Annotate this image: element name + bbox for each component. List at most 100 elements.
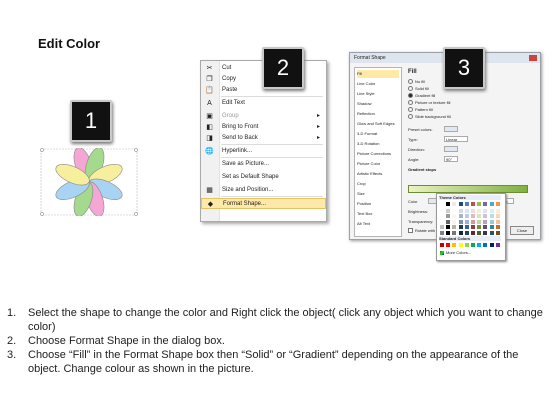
theme-color-swatch[interactable]: [452, 214, 457, 218]
theme-color-swatch[interactable]: [458, 208, 463, 213]
standard-color-swatch[interactable]: [464, 243, 469, 247]
menu-item-edit-text[interactable]: A Edit Text: [201, 98, 326, 109]
standard-color-swatch[interactable]: [458, 243, 463, 247]
theme-color-swatch[interactable]: [477, 230, 482, 235]
category-3-d-format[interactable]: 3-D Format: [357, 130, 399, 138]
more-colors-item[interactable]: More Colors...: [440, 250, 471, 255]
theme-color-swatch[interactable]: [440, 202, 444, 206]
theme-color-swatch[interactable]: [464, 219, 469, 224]
close-icon[interactable]: [529, 55, 537, 61]
fill-option-gradient-fill[interactable]: Gradient fill: [408, 93, 435, 99]
type-dropdown[interactable]: Linear: [444, 136, 468, 142]
theme-color-swatch[interactable]: [477, 219, 482, 224]
theme-color-swatch[interactable]: [446, 225, 451, 229]
category-artistic-effects[interactable]: Artistic Effects: [357, 170, 399, 178]
theme-color-swatch[interactable]: [452, 219, 457, 224]
theme-color-swatch[interactable]: [495, 208, 500, 213]
preset-colors-dropdown[interactable]: [444, 126, 458, 132]
standard-color-swatch[interactable]: [440, 243, 444, 247]
theme-color-swatch[interactable]: [446, 219, 451, 224]
theme-color-swatch[interactable]: [495, 225, 500, 229]
fill-option-slide-background-fill[interactable]: Slide background fill: [408, 114, 451, 120]
theme-color-swatch[interactable]: [458, 214, 463, 218]
handle-tl[interactable]: [40, 148, 44, 152]
theme-color-swatch[interactable]: [477, 225, 482, 229]
menu-item-send-to-back[interactable]: ◨ Send to Back ▸: [201, 133, 326, 144]
theme-color-swatch[interactable]: [464, 225, 469, 229]
theme-color-swatch[interactable]: [477, 208, 482, 213]
menu-item-size-and-position[interactable]: ▦ Size and Position...: [201, 185, 326, 196]
standard-color-swatch[interactable]: [483, 243, 488, 247]
theme-color-swatch[interactable]: [495, 230, 500, 235]
theme-color-swatch[interactable]: [440, 225, 444, 229]
theme-color-swatch[interactable]: [471, 208, 475, 213]
standard-color-swatch[interactable]: [477, 243, 482, 247]
theme-color-swatch[interactable]: [483, 225, 488, 229]
category-line-style[interactable]: Line Style: [357, 90, 399, 98]
category-position[interactable]: Position: [357, 200, 399, 208]
theme-color-swatch[interactable]: [483, 208, 488, 213]
theme-color-swatch[interactable]: [464, 202, 469, 206]
menu-item-group[interactable]: ▣ Group ▸: [201, 111, 326, 122]
handle-br[interactable]: [134, 212, 138, 216]
theme-color-swatch[interactable]: [471, 230, 475, 235]
category-alt-text[interactable]: Alt Text: [357, 220, 399, 228]
category-size[interactable]: Size: [357, 190, 399, 198]
menu-item-set-as-default-shape[interactable]: Set as Default Shape: [201, 172, 326, 183]
standard-color-swatch[interactable]: [452, 243, 457, 247]
category-fill[interactable]: Fill: [357, 70, 399, 78]
theme-color-swatch[interactable]: [495, 202, 500, 206]
theme-color-swatch[interactable]: [489, 202, 494, 206]
close-button[interactable]: Close: [510, 226, 534, 235]
theme-color-swatch[interactable]: [489, 225, 494, 229]
theme-color-swatch[interactable]: [452, 208, 457, 213]
fill-option-picture-or-texture-fill[interactable]: Picture or texture fill: [408, 100, 450, 106]
category-picture-corrections[interactable]: Picture Corrections: [357, 150, 399, 158]
theme-color-swatch[interactable]: [489, 230, 494, 235]
theme-color-swatch[interactable]: [489, 219, 494, 224]
theme-color-swatch[interactable]: [489, 214, 494, 218]
theme-color-swatch[interactable]: [464, 214, 469, 218]
menu-item-bring-to-front[interactable]: ◧ Bring to Front ▸: [201, 122, 326, 133]
standard-color-swatch[interactable]: [495, 243, 500, 247]
category-picture-color[interactable]: Picture Color: [357, 160, 399, 168]
theme-color-swatch[interactable]: [458, 202, 463, 206]
fill-option-pattern-fill[interactable]: Pattern fill: [408, 107, 433, 113]
theme-color-swatch[interactable]: [458, 230, 463, 235]
theme-color-swatch[interactable]: [495, 214, 500, 218]
handle-tr[interactable]: [134, 148, 138, 152]
standard-color-swatch[interactable]: [471, 243, 475, 247]
theme-color-swatch[interactable]: [483, 202, 488, 206]
fill-option-no-fill[interactable]: No fill: [408, 79, 425, 85]
gradient-stops-bar[interactable]: [408, 185, 528, 193]
standard-color-swatch[interactable]: [446, 243, 451, 247]
category-glow-and-soft-edges[interactable]: Glow and Soft Edges: [357, 120, 399, 128]
theme-color-swatch[interactable]: [477, 214, 482, 218]
theme-color-swatch[interactable]: [440, 219, 444, 224]
theme-color-swatch[interactable]: [471, 202, 475, 206]
fill-option-solid-fill[interactable]: Solid fill: [408, 86, 429, 92]
theme-color-swatch[interactable]: [440, 230, 444, 235]
category-line-color[interactable]: Line Color: [357, 80, 399, 88]
theme-color-swatch[interactable]: [452, 230, 457, 235]
theme-color-swatch[interactable]: [446, 230, 451, 235]
theme-color-swatch[interactable]: [464, 208, 469, 213]
theme-color-swatch[interactable]: [495, 219, 500, 224]
theme-color-swatch[interactable]: [458, 219, 463, 224]
theme-color-swatch[interactable]: [464, 230, 469, 235]
theme-color-swatch[interactable]: [452, 202, 457, 206]
theme-color-swatch[interactable]: [452, 225, 457, 229]
angle-input[interactable]: 90°: [444, 156, 458, 162]
direction-dropdown[interactable]: [444, 146, 458, 152]
theme-color-swatch[interactable]: [483, 219, 488, 224]
theme-color-swatch[interactable]: [446, 202, 451, 206]
theme-color-swatch[interactable]: [471, 225, 475, 229]
menu-item-hyperlink[interactable]: 🌐 Hyperlink...: [201, 146, 326, 157]
menu-item-save-as-picture[interactable]: Save as Picture...: [201, 159, 326, 170]
theme-color-swatch[interactable]: [446, 214, 451, 218]
category-3-d-rotation[interactable]: 3-D Rotation: [357, 140, 399, 148]
theme-color-swatch[interactable]: [477, 202, 482, 206]
theme-color-swatch[interactable]: [483, 230, 488, 235]
theme-color-swatch[interactable]: [483, 214, 488, 218]
category-reflection[interactable]: Reflection: [357, 110, 399, 118]
